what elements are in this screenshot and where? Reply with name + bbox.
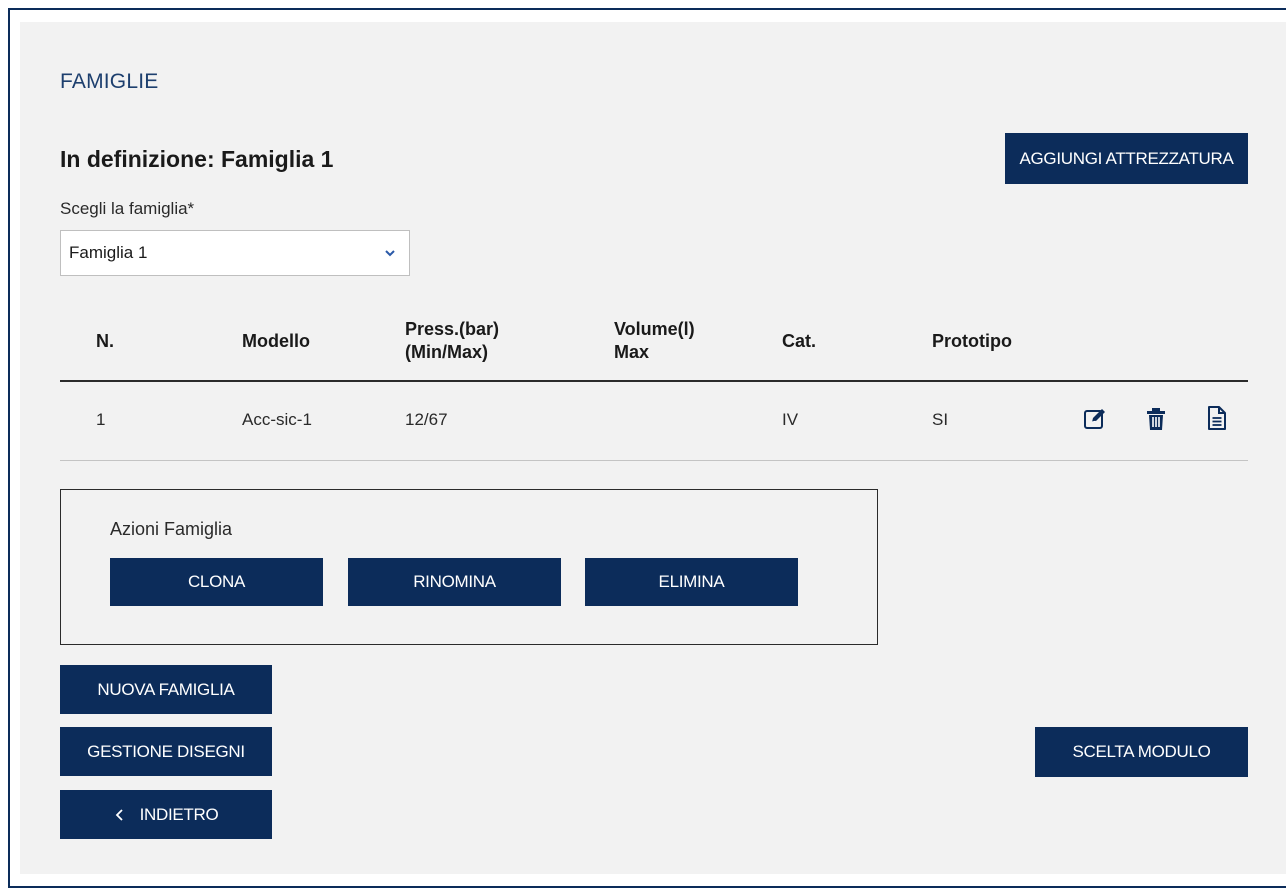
col-header-volume: Volume(l) Max	[614, 318, 695, 364]
section-title: FAMIGLIE	[60, 70, 159, 93]
manage-drawings-button[interactable]: GESTIONE DISEGNI	[60, 727, 272, 776]
back-button-label: INDIETRO	[139, 804, 219, 824]
cell-model: Acc-sic-1	[242, 410, 312, 429]
col-header-model: Modello	[242, 331, 310, 351]
col-header-pressure: Press.(bar) (Min/Max)	[405, 318, 499, 364]
chevron-left-icon	[115, 808, 123, 821]
table-row-divider	[60, 460, 1248, 461]
new-family-button[interactable]: NUOVA FAMIGLIA	[60, 665, 272, 714]
col-header-cat: Cat.	[782, 331, 817, 351]
trash-icon[interactable]	[1143, 406, 1169, 432]
page-title: In definizione: Famiglia 1	[60, 146, 334, 172]
document-icon[interactable]	[1204, 405, 1230, 431]
col-header-pressure-line1: Press.(bar)	[405, 319, 500, 339]
edit-icon[interactable]	[1082, 406, 1108, 432]
delete-family-button[interactable]: ELIMINA	[585, 558, 798, 606]
family-select-label: Scegli la famiglia*	[60, 199, 195, 218]
family-select-value: Famiglia 1	[69, 243, 148, 262]
col-header-volume-line1: Volume(l)	[614, 319, 695, 339]
chevron-down-icon	[385, 250, 395, 257]
cell-n: 1	[96, 410, 106, 429]
col-header-pressure-line2: (Min/Max)	[405, 342, 488, 362]
cell-pressure: 12/67	[405, 410, 448, 429]
col-header-volume-line2: Max	[614, 342, 650, 362]
col-header-prototype: Prototipo	[932, 331, 1012, 351]
clone-button[interactable]: CLONA	[110, 558, 323, 606]
choose-module-button[interactable]: SCELTA MODULO	[1035, 727, 1248, 777]
cell-cat: IV	[782, 410, 799, 429]
rename-button[interactable]: RINOMINA	[348, 558, 561, 606]
family-actions-label: Azioni Famiglia	[110, 519, 233, 539]
cell-prototype: SI	[932, 410, 949, 429]
family-select[interactable]: Famiglia 1	[60, 230, 410, 276]
table-header-divider	[60, 380, 1248, 382]
back-button[interactable]: INDIETRO	[60, 790, 272, 839]
add-equipment-button[interactable]: AGGIUNGI ATTREZZATURA	[1005, 133, 1248, 184]
col-header-n: N.	[96, 331, 114, 351]
